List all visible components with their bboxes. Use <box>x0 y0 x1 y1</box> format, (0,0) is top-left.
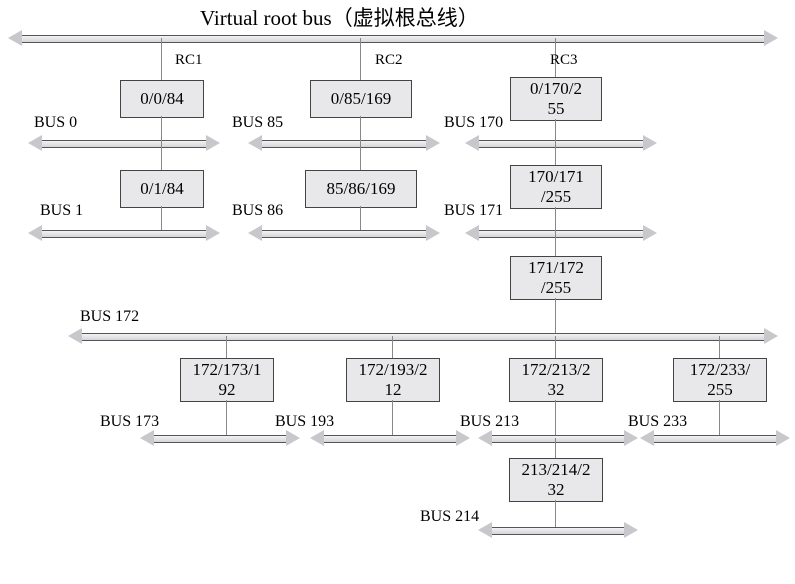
connector <box>226 336 227 358</box>
rc3-label: RC3 <box>550 52 578 69</box>
node-text: 213/214/2 <box>522 460 591 480</box>
node-text: /255 <box>541 187 571 207</box>
connector <box>161 38 162 80</box>
rc2-label: RC2 <box>375 52 403 69</box>
connector <box>161 116 162 170</box>
node-rc3-a: 0/170/2 55 <box>510 77 602 121</box>
node-text: 12 <box>385 380 402 400</box>
connector <box>555 207 556 256</box>
node-rc3-b: 170/171 /255 <box>510 165 602 209</box>
rc1-label: RC1 <box>175 52 203 69</box>
bus-172-label: BUS 172 <box>80 308 139 326</box>
bus-170-label: BUS 170 <box>444 114 503 132</box>
node-text: 0/1/84 <box>140 179 183 199</box>
node-text: 172/173/1 <box>193 360 262 380</box>
node-text: 32 <box>548 480 565 500</box>
node-text: 55 <box>548 99 565 119</box>
connector <box>555 298 556 336</box>
connector <box>555 500 556 530</box>
node-text: 0/0/84 <box>140 89 183 109</box>
node-rc2-b: 85/86/169 <box>305 170 417 208</box>
node-text: 172/213/2 <box>522 360 591 380</box>
node-text: 92 <box>219 380 236 400</box>
node-text: /255 <box>541 278 571 298</box>
bus-213-label: BUS 213 <box>460 413 519 431</box>
connector <box>555 119 556 165</box>
connector <box>360 206 361 230</box>
bus-0-label: BUS 0 <box>34 114 77 132</box>
connector <box>161 206 162 230</box>
node-rc2-a: 0/85/169 <box>310 80 412 118</box>
connector <box>360 38 361 80</box>
bus-193-label: BUS 193 <box>275 413 334 431</box>
bus-233-label: BUS 233 <box>628 413 687 431</box>
diagram-root: Virtual root bus（虚拟根总线） RC1 RC2 RC3 0/0/… <box>0 0 795 584</box>
connector <box>555 438 556 458</box>
node-text: 171/172 <box>528 258 584 278</box>
page-title: Virtual root bus（虚拟根总线） <box>200 2 479 32</box>
node-text: 172/233/ <box>690 360 750 380</box>
node-sw5: 213/214/2 32 <box>509 458 603 502</box>
bus-1-label: BUS 1 <box>40 202 83 220</box>
connector <box>392 336 393 358</box>
node-sw1: 172/173/1 92 <box>180 358 274 402</box>
connector <box>719 336 720 358</box>
node-rc3-c: 171/172 /255 <box>510 256 602 300</box>
bus-173-label: BUS 173 <box>100 413 159 431</box>
bus-214-label: BUS 214 <box>420 508 479 526</box>
node-text: 255 <box>707 380 733 400</box>
connector <box>555 336 556 358</box>
node-sw4: 172/233/ 255 <box>673 358 767 402</box>
node-rc1-b: 0/1/84 <box>120 170 204 208</box>
node-text: 85/86/169 <box>327 179 396 199</box>
node-text: 172/193/2 <box>359 360 428 380</box>
connector <box>226 400 227 438</box>
node-text: 170/171 <box>528 167 584 187</box>
connector <box>719 400 720 438</box>
bus-171-label: BUS 171 <box>444 202 503 220</box>
node-sw3: 172/213/2 32 <box>509 358 603 402</box>
node-rc1-a: 0/0/84 <box>120 80 204 118</box>
connector <box>392 400 393 438</box>
bus-85-label: BUS 85 <box>232 114 283 132</box>
node-text: 0/85/169 <box>331 89 391 109</box>
bus-86-label: BUS 86 <box>232 202 283 220</box>
connector <box>360 116 361 170</box>
node-text: 32 <box>548 380 565 400</box>
connector <box>555 400 556 438</box>
node-text: 0/170/2 <box>530 79 582 99</box>
node-sw2: 172/193/2 12 <box>346 358 440 402</box>
